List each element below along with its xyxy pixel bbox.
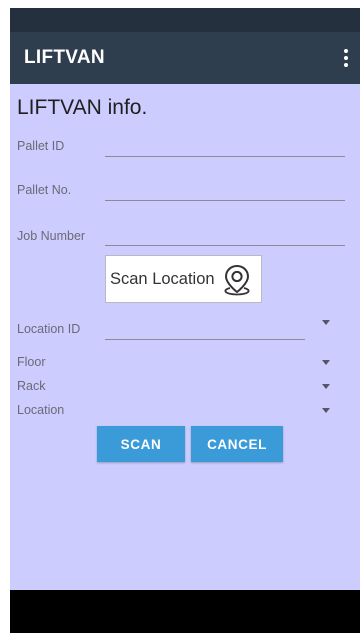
- phone-screen: LIFTVAN LIFTVAN info. Pallet ID Pallet N…: [10, 8, 360, 633]
- app-bar: LIFTVAN: [10, 32, 360, 84]
- location-id-label: Location ID: [17, 322, 81, 336]
- pallet-id-label: Pallet ID: [17, 139, 65, 153]
- location-pin-icon: [224, 264, 250, 296]
- floor-dropdown-arrow-icon[interactable]: [322, 360, 330, 365]
- location-label: Location: [17, 403, 65, 417]
- location-dropdown-arrow-icon[interactable]: [322, 408, 330, 413]
- overflow-menu-icon[interactable]: [338, 46, 354, 70]
- pallet-id-input[interactable]: [105, 135, 345, 157]
- floor-spinner[interactable]: Floor: [10, 352, 360, 372]
- rack-spinner[interactable]: Rack: [10, 376, 360, 396]
- location-id-dropdown-arrow-icon[interactable]: [322, 320, 330, 325]
- status-bar: [10, 8, 360, 32]
- rack-label: Rack: [17, 379, 46, 393]
- location-id-field[interactable]: [105, 339, 305, 340]
- cancel-button[interactable]: CANCEL: [191, 426, 283, 462]
- rack-dropdown-arrow-icon[interactable]: [322, 384, 330, 389]
- navigation-bar: [10, 590, 360, 633]
- pallet-no-input[interactable]: [105, 179, 345, 201]
- scan-location-label: Scan Location: [110, 269, 215, 288]
- scan-button[interactable]: SCAN: [97, 426, 185, 462]
- job-number-input[interactable]: [105, 224, 345, 246]
- job-number-label: Job Number: [17, 229, 86, 243]
- scan-location-button[interactable]: Scan Location: [105, 255, 262, 303]
- floor-label: Floor: [17, 355, 46, 369]
- app-title: LIFTVAN: [24, 47, 105, 68]
- location-spinner[interactable]: Location: [10, 400, 360, 420]
- page-title: LIFTVAN info.: [17, 96, 148, 119]
- pallet-no-label: Pallet No.: [17, 183, 72, 197]
